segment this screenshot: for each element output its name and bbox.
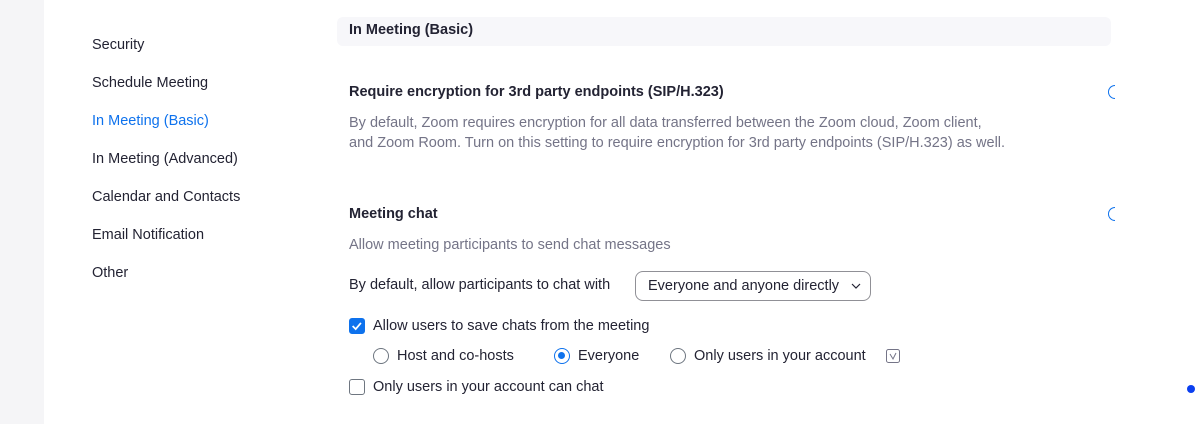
account-only-chat-checkbox[interactable] xyxy=(349,379,365,395)
sidebar-item-security[interactable]: Security xyxy=(92,37,144,53)
sidebar-item-email-notification[interactable]: Email Notification xyxy=(92,227,204,243)
sidebar-item-in-meeting-advanced[interactable]: In Meeting (Advanced) xyxy=(92,151,238,167)
sidebar-item-in-meeting-basic[interactable]: In Meeting (Basic) xyxy=(92,113,209,129)
save-chats-label[interactable]: Allow users to save chats from the meeti… xyxy=(373,318,649,334)
checkmark-icon xyxy=(352,322,362,331)
chat-default-value: Everyone and anyone directly xyxy=(648,278,840,294)
cursor-dot xyxy=(1187,385,1195,393)
encryption-setting-title: Require encryption for 3rd party endpoin… xyxy=(349,84,724,100)
chat-default-label: By default, allow participants to chat w… xyxy=(349,277,611,293)
section-header: In Meeting (Basic) xyxy=(337,17,1111,46)
left-panel-edge xyxy=(0,0,44,424)
chevron-down-icon xyxy=(851,283,861,289)
encryption-description-line-2: and Zoom Room. Turn on this setting to r… xyxy=(349,135,1006,151)
radio-account-users-label[interactable]: Only users in your account xyxy=(694,348,866,364)
radio-account-users[interactable] xyxy=(670,348,686,364)
sidebar-item-schedule-meeting[interactable]: Schedule Meeting xyxy=(92,75,208,91)
section-title: In Meeting (Basic) xyxy=(349,22,474,38)
info-icon[interactable] xyxy=(886,349,900,363)
encryption-toggle[interactable] xyxy=(1108,85,1115,99)
sidebar-item-other[interactable]: Other xyxy=(92,265,128,281)
encryption-description-line-1: By default, Zoom requires encryption for… xyxy=(349,115,982,131)
meeting-chat-toggle[interactable] xyxy=(1108,207,1115,221)
sidebar-item-calendar-contacts[interactable]: Calendar and Contacts xyxy=(92,189,240,205)
chat-default-dropdown[interactable]: Everyone and anyone directly xyxy=(635,271,871,301)
account-only-chat-label[interactable]: Only users in your account can chat xyxy=(373,379,604,395)
radio-host-cohosts-label[interactable]: Host and co-hosts xyxy=(397,348,514,364)
meeting-chat-description: Allow meeting participants to send chat … xyxy=(349,237,671,253)
radio-everyone-label[interactable]: Everyone xyxy=(578,348,639,364)
save-chats-checkbox[interactable] xyxy=(349,318,365,334)
radio-everyone[interactable] xyxy=(554,348,570,364)
radio-host-cohosts[interactable] xyxy=(373,348,389,364)
meeting-chat-title: Meeting chat xyxy=(349,206,438,222)
